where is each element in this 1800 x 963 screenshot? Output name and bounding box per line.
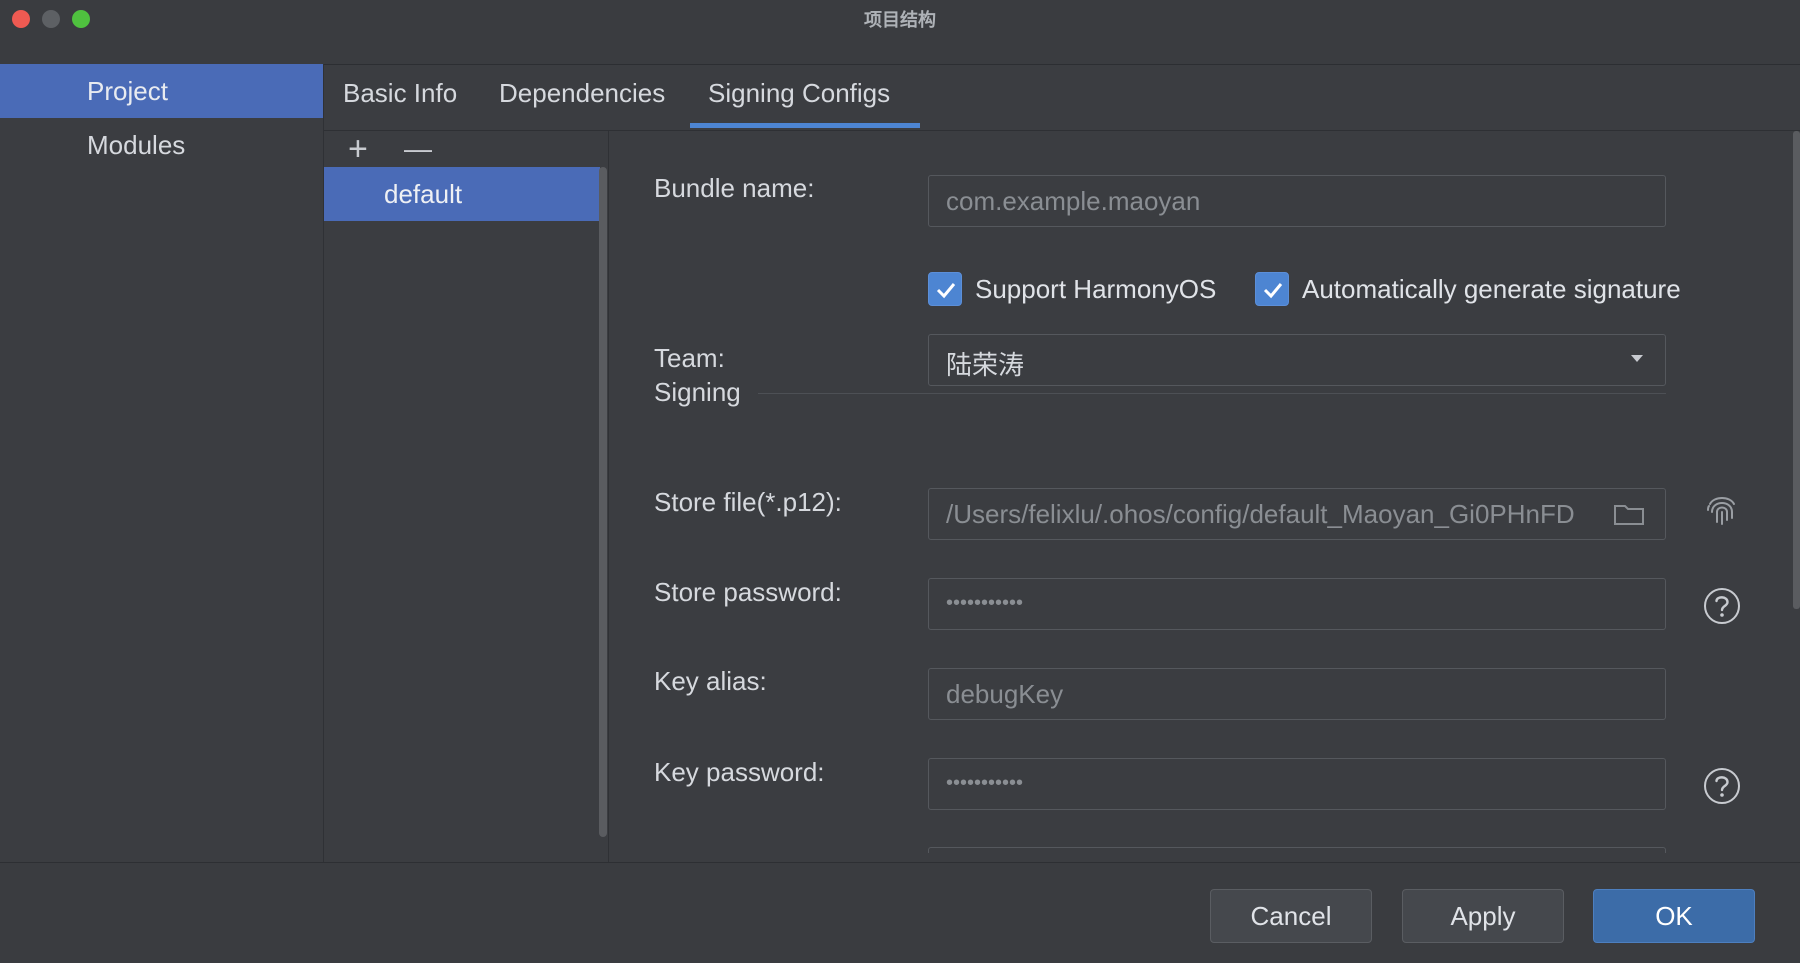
store-file-label: Store file(*.p12): xyxy=(654,487,842,517)
sidebar-item-modules[interactable]: Modules xyxy=(0,118,323,172)
active-tab-indicator xyxy=(690,123,920,128)
project-structure-window: 项目结构 Project Modules Basic Info Dependen… xyxy=(0,0,1800,963)
sidebar-item-label: Project xyxy=(87,76,168,106)
auto-signature-checkbox[interactable] xyxy=(1255,272,1289,306)
signature-options: Support HarmonyOS Automatically generate… xyxy=(928,272,1688,308)
bundle-name-label: Bundle name: xyxy=(654,173,815,203)
tab-signing-configs[interactable]: Signing Configs xyxy=(708,78,890,109)
sidebar: Project Modules xyxy=(0,64,324,862)
team-label: Team: xyxy=(654,343,725,373)
key-password-field[interactable]: ••••••••••• xyxy=(928,758,1666,810)
team-dropdown[interactable]: 陆荣涛 xyxy=(928,334,1666,386)
dialog-footer: Cancel Apply OK xyxy=(0,862,1800,963)
tab-dependencies[interactable]: Dependencies xyxy=(499,78,665,109)
auto-signature-label: Automatically generate signature xyxy=(1302,274,1681,304)
list-item-label: default xyxy=(384,179,463,209)
fingerprint-icon[interactable] xyxy=(1702,490,1742,530)
support-harmonyos-label: Support HarmonyOS xyxy=(975,274,1217,304)
bundle-name-field[interactable]: com.example.maoyan xyxy=(928,175,1666,227)
signing-section-title: Signing xyxy=(654,377,741,407)
next-field-partial[interactable] xyxy=(928,847,1666,853)
checkmark-icon xyxy=(936,283,956,299)
apply-button[interactable]: Apply xyxy=(1402,889,1564,943)
sidebar-item-project[interactable]: Project xyxy=(0,64,323,118)
section-divider xyxy=(758,393,1666,394)
help-icon[interactable] xyxy=(1702,586,1742,626)
help-icon[interactable] xyxy=(1702,766,1742,806)
store-password-field[interactable]: ••••••••••• xyxy=(928,578,1666,630)
tab-bar: Basic Info Dependencies Signing Configs xyxy=(324,64,1800,131)
signing-config-form: Bundle name: com.example.maoyan Support … xyxy=(609,131,1800,853)
key-password-label: Key password: xyxy=(654,757,825,787)
sidebar-item-label: Modules xyxy=(87,130,186,160)
store-password-label: Store password: xyxy=(654,577,842,607)
ok-button[interactable]: OK xyxy=(1593,889,1755,943)
store-file-path: /Users/felixlu/.ohos/config/default_Maoy… xyxy=(946,499,1575,529)
add-config-button[interactable]: + xyxy=(348,131,368,167)
window-title: 项目结构 xyxy=(864,10,936,30)
checkmark-icon xyxy=(1263,283,1283,299)
signing-config-list: + — default xyxy=(324,131,609,862)
chevron-down-icon xyxy=(1631,355,1643,362)
key-alias-label: Key alias: xyxy=(654,666,767,696)
list-scrollbar[interactable] xyxy=(599,167,607,837)
cancel-button[interactable]: Cancel xyxy=(1210,889,1372,943)
tab-basic-info[interactable]: Basic Info xyxy=(343,78,457,109)
support-harmonyos-checkbox[interactable] xyxy=(928,272,962,306)
team-value: 陆荣涛 xyxy=(946,350,1025,380)
store-file-field[interactable]: /Users/felixlu/.ohos/config/default_Maoy… xyxy=(928,488,1666,540)
remove-config-button[interactable]: — xyxy=(404,131,432,167)
list-item-default[interactable]: default xyxy=(324,167,600,221)
list-toolbar: + — xyxy=(324,131,608,167)
form-scrollbar[interactable] xyxy=(1793,131,1800,609)
title-bar: 项目结构 xyxy=(0,0,1800,65)
folder-icon[interactable] xyxy=(1613,502,1645,526)
key-alias-field[interactable]: debugKey xyxy=(928,668,1666,720)
